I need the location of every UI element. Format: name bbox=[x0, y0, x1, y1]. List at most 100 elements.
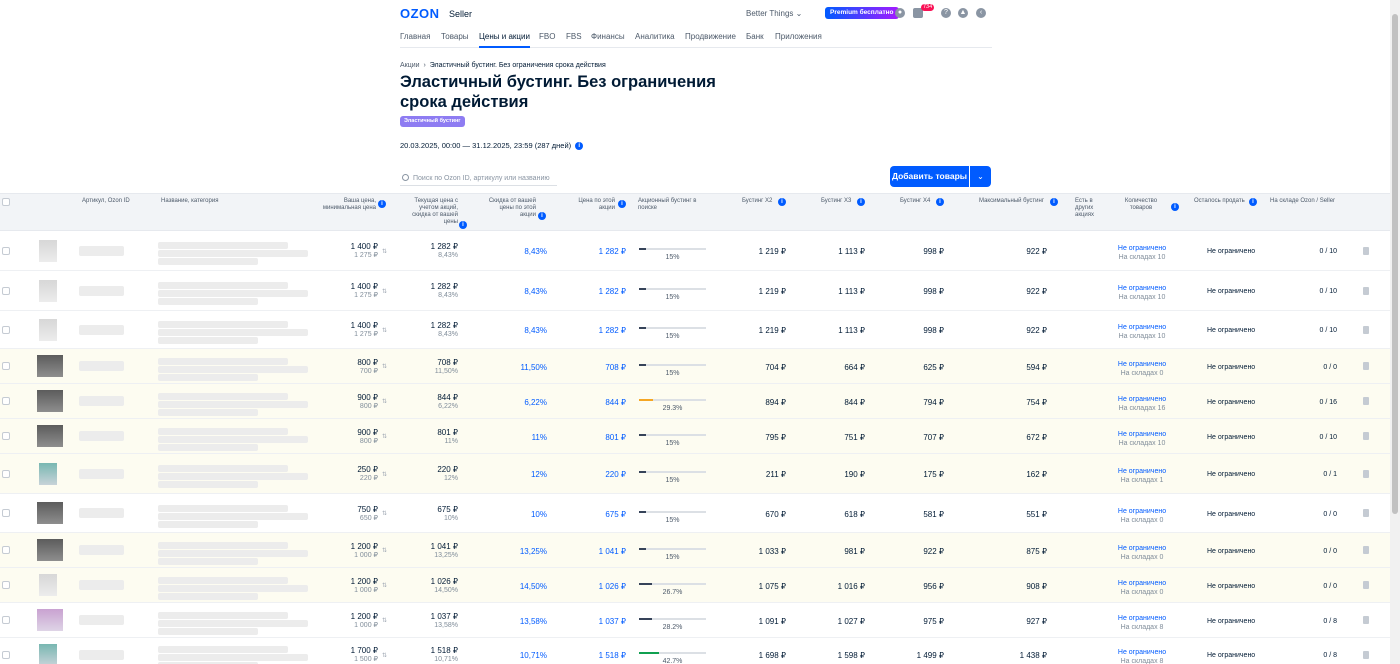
table-row[interactable]: 750 ₽650 ₽ ⇅ 675 ₽10% 10% 675 ₽15% 670 ₽618 ₽… bbox=[0, 494, 1390, 533]
tab-fbo[interactable]: FBO bbox=[539, 32, 555, 41]
product-name[interactable] bbox=[158, 611, 288, 619]
info-icon[interactable]: i bbox=[1050, 198, 1058, 206]
table-row[interactable]: 1 200 ₽1 000 ₽ ⇅ 1 037 ₽13,58% 13,58% 1 037 … bbox=[0, 603, 1390, 638]
page-scrollbar[interactable] bbox=[1390, 0, 1400, 664]
row-checkbox[interactable] bbox=[2, 616, 10, 624]
quantity-link[interactable]: Не ограничено bbox=[1118, 615, 1166, 622]
product-name[interactable] bbox=[158, 357, 288, 365]
row-checkbox[interactable] bbox=[2, 246, 10, 255]
product-name[interactable] bbox=[158, 465, 288, 472]
table-row[interactable]: 1 700 ₽1 500 ₽ ⇅ 1 518 ₽10,71% 10,71% 1 518 … bbox=[0, 638, 1390, 664]
edit-price-icon[interactable]: ⇅ bbox=[382, 363, 387, 370]
tab-finance[interactable]: Финансы bbox=[591, 32, 625, 41]
col-current-price[interactable]: Текущая цена с учетом акций, скидка от в… bbox=[404, 198, 458, 226]
row-checkbox[interactable] bbox=[2, 325, 10, 334]
product-image[interactable] bbox=[39, 318, 57, 341]
col-name[interactable]: Название, категория bbox=[161, 198, 218, 205]
product-article[interactable] bbox=[79, 649, 124, 660]
add-products-button[interactable]: Добавить товары bbox=[890, 166, 969, 187]
promo-price-input[interactable]: 1 282 ₽ bbox=[570, 287, 626, 296]
row-checkbox[interactable] bbox=[2, 650, 10, 659]
promo-price-input[interactable]: 220 ₽ bbox=[570, 470, 626, 479]
tab-analytics[interactable]: Аналитика bbox=[635, 32, 675, 41]
edit-price-icon[interactable]: ⇅ bbox=[382, 248, 387, 255]
promo-price-input[interactable]: 1 282 ₽ bbox=[570, 247, 626, 256]
edit-price-icon[interactable]: ⇅ bbox=[382, 582, 387, 589]
row-checkbox[interactable] bbox=[2, 469, 10, 478]
boost-slider[interactable] bbox=[639, 288, 706, 290]
tab-home[interactable]: Главная bbox=[400, 32, 430, 41]
col-boost[interactable]: Акционный бустинг в поиске bbox=[638, 198, 708, 212]
col-promo-price[interactable]: Цена по этой акции bbox=[570, 198, 615, 212]
promo-price-input[interactable]: 675 ₽ bbox=[570, 510, 626, 519]
edit-price-icon[interactable]: ⇅ bbox=[382, 433, 387, 440]
table-row[interactable]: 250 ₽220 ₽ ⇅ 220 ₽12% 12% 220 ₽15% 211 ₽190 ₽… bbox=[0, 454, 1390, 494]
promo-price-input[interactable]: 1 518 ₽ bbox=[570, 651, 626, 660]
boost-slider[interactable] bbox=[639, 363, 706, 366]
edit-price-icon[interactable]: ⇅ bbox=[382, 288, 387, 295]
product-name[interactable] bbox=[158, 282, 288, 289]
table-row[interactable]: 1 200 ₽1 000 ₽ ⇅ 1 041 ₽13,25% 13,25% 1 041 … bbox=[0, 533, 1390, 568]
breadcrumb-root[interactable]: Акции bbox=[400, 62, 420, 69]
row-checkbox[interactable] bbox=[2, 581, 10, 589]
delete-icon[interactable] bbox=[1363, 397, 1369, 405]
col-discount[interactable]: Скидка от вашей цены по этой акции bbox=[484, 198, 536, 219]
table-row[interactable]: 1 400 ₽1 275 ₽ ⇅ 1 282 ₽8,43% 8,43% 1 282 ₽1… bbox=[0, 231, 1390, 271]
tab-apps[interactable]: Приложения bbox=[775, 32, 822, 41]
promo-price-input[interactable]: 801 ₽ bbox=[570, 433, 626, 442]
quantity-link[interactable]: Не ограничено bbox=[1118, 508, 1166, 515]
boost-slider[interactable] bbox=[639, 471, 706, 473]
product-article[interactable] bbox=[79, 468, 124, 479]
promo-price-input[interactable]: 708 ₽ bbox=[570, 363, 626, 372]
col-other-promos[interactable]: Есть в других акциях bbox=[1075, 198, 1099, 219]
boost-slider[interactable] bbox=[639, 327, 706, 329]
col-x3[interactable]: Бустинг X3 bbox=[821, 198, 851, 205]
col-article[interactable]: Артикул, Ozon ID bbox=[82, 198, 130, 205]
promo-price-input[interactable]: 1 282 ₽ bbox=[570, 326, 626, 335]
delete-icon[interactable] bbox=[1363, 362, 1369, 370]
info-icon[interactable]: i bbox=[778, 198, 786, 206]
product-article[interactable] bbox=[79, 285, 124, 296]
product-image[interactable] bbox=[39, 574, 57, 596]
info-icon[interactable]: i bbox=[378, 200, 386, 208]
help-icon[interactable]: ? bbox=[941, 8, 951, 18]
quantity-link[interactable]: Не ограничено bbox=[1118, 285, 1166, 292]
info-icon[interactable]: i bbox=[1171, 203, 1179, 211]
product-article[interactable] bbox=[79, 545, 124, 555]
search-input[interactable] bbox=[413, 172, 555, 184]
store-selector[interactable]: Better Things ⌄ bbox=[746, 9, 802, 18]
info-icon[interactable]: i bbox=[1249, 198, 1257, 206]
product-image[interactable] bbox=[37, 502, 63, 524]
product-article[interactable] bbox=[79, 324, 124, 335]
boost-slider[interactable] bbox=[639, 617, 706, 620]
row-checkbox[interactable] bbox=[2, 286, 10, 295]
col-left-to-sell[interactable]: Осталось продать bbox=[1194, 198, 1245, 205]
delete-icon[interactable] bbox=[1363, 286, 1369, 295]
col-your-price[interactable]: Ваша цена, минимальная цена bbox=[318, 198, 376, 212]
edit-price-icon[interactable]: ⇅ bbox=[382, 471, 387, 478]
delete-icon[interactable] bbox=[1363, 325, 1369, 334]
product-name[interactable] bbox=[158, 504, 288, 512]
product-image[interactable] bbox=[39, 643, 57, 664]
boost-slider[interactable] bbox=[639, 398, 706, 401]
product-article[interactable] bbox=[79, 615, 124, 625]
boost-slider[interactable] bbox=[639, 547, 706, 550]
product-name[interactable] bbox=[158, 427, 288, 435]
promo-price-input[interactable]: 1 026 ₽ bbox=[570, 582, 626, 591]
delete-icon[interactable] bbox=[1363, 650, 1369, 659]
info-icon[interactable]: i bbox=[936, 198, 944, 206]
info-icon[interactable]: i bbox=[618, 200, 626, 208]
delete-icon[interactable] bbox=[1363, 246, 1369, 255]
boost-slider[interactable] bbox=[639, 510, 706, 513]
table-row[interactable]: 1 200 ₽1 000 ₽ ⇅ 1 026 ₽14,50% 14,50% 1 026 … bbox=[0, 568, 1390, 603]
edit-price-icon[interactable]: ⇅ bbox=[382, 617, 387, 624]
product-image[interactable] bbox=[37, 390, 63, 412]
edit-price-icon[interactable]: ⇅ bbox=[382, 547, 387, 554]
product-name[interactable] bbox=[158, 576, 288, 584]
delete-icon[interactable] bbox=[1363, 581, 1369, 589]
delete-icon[interactable] bbox=[1363, 546, 1369, 554]
product-name[interactable] bbox=[158, 646, 288, 653]
table-row[interactable]: 800 ₽700 ₽ ⇅ 708 ₽11,50% 11,50% 708 ₽15% 704 … bbox=[0, 349, 1390, 384]
row-checkbox[interactable] bbox=[2, 397, 10, 405]
promo-price-input[interactable]: 1 041 ₽ bbox=[570, 547, 626, 556]
